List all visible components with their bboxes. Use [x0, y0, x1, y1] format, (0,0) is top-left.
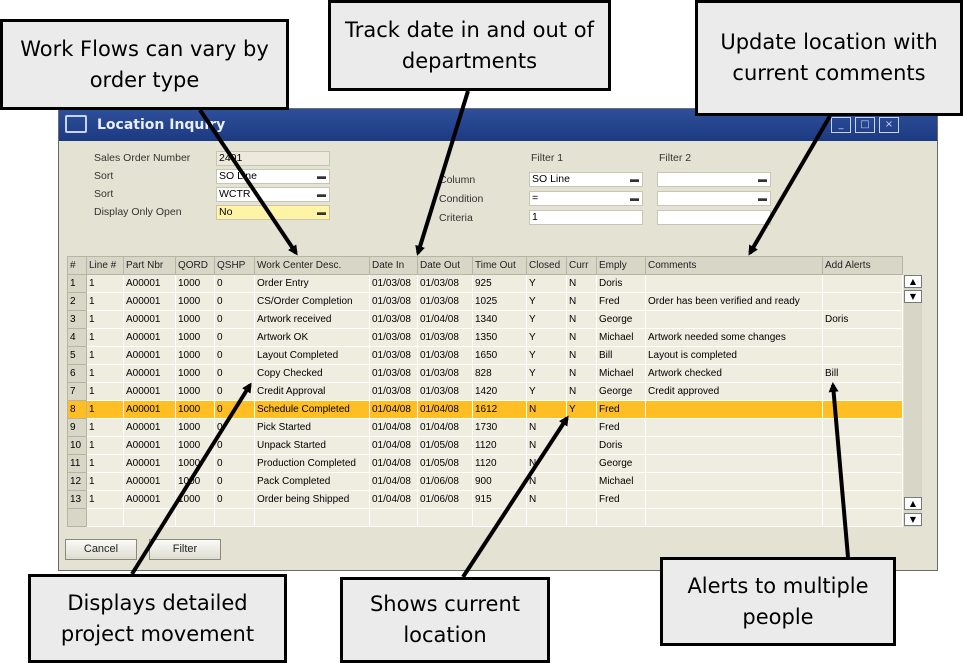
- arrow-track-date: [415, 90, 470, 256]
- callout-arrows: [130, 90, 850, 579]
- arrow-current-location: [461, 415, 569, 579]
- arrow-work-flows: [198, 108, 298, 256]
- arrow-detailed-movement: [130, 382, 252, 576]
- arrow-alerts: [828, 382, 850, 558]
- arrow-update-location: [748, 114, 832, 256]
